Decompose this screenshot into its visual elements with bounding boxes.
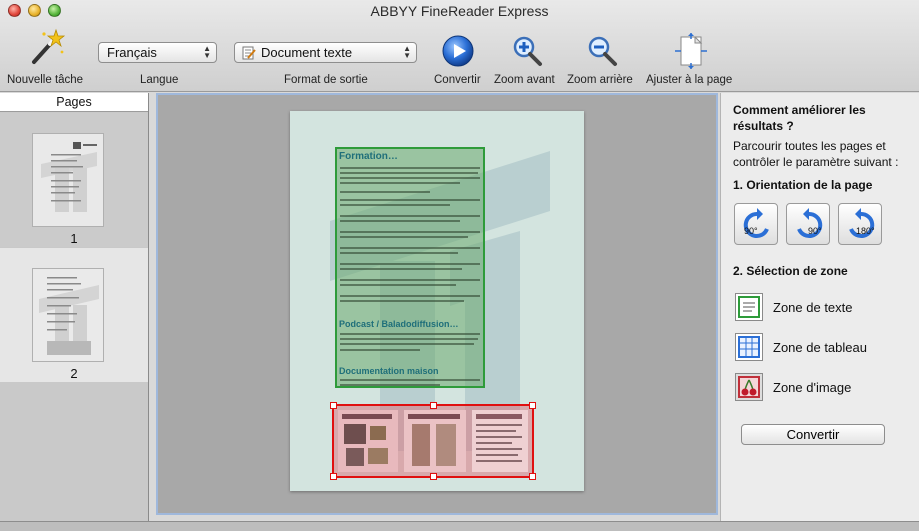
zone-label: Zone de tableau bbox=[773, 340, 867, 355]
zone-heading: 2. Sélection de zone bbox=[733, 264, 848, 278]
rotation-label: 90° bbox=[808, 226, 822, 236]
fit-page-label: Ajuster à la page bbox=[646, 74, 733, 86]
image-zone-content bbox=[338, 410, 528, 472]
select-arrows-icon: ▲ ▼ bbox=[203, 44, 211, 60]
fit-page-button[interactable] bbox=[674, 33, 708, 72]
new-task-label: Nouvelle tâche bbox=[7, 74, 84, 86]
rotate-right-90-button[interactable]: 90° bbox=[786, 203, 830, 245]
rotate-left-icon: 90° bbox=[743, 208, 769, 238]
panel-description: Parcourir toutes les pages et contrôler … bbox=[733, 139, 899, 169]
text-zone[interactable]: Formation… Podcast / Baladodiffusion… Do… bbox=[335, 147, 485, 388]
output-format-value: Document texte bbox=[261, 45, 353, 60]
page-thumbnail-1[interactable]: 1 bbox=[0, 113, 148, 247]
image-zone-tool[interactable]: Zone d'image bbox=[735, 373, 915, 403]
convert-toolbar-button[interactable] bbox=[441, 34, 475, 71]
page-number: 2 bbox=[70, 366, 78, 381]
page-thumbnail-image bbox=[32, 268, 104, 362]
page-thumbnail-image bbox=[32, 133, 104, 227]
zone-heading: Podcast / Baladodiffusion… bbox=[339, 319, 459, 329]
resize-handle[interactable] bbox=[430, 402, 437, 409]
language-select[interactable]: Français ▲ ▼ bbox=[98, 42, 217, 63]
zoom-in-label: Zoom avant bbox=[494, 74, 555, 86]
document-view[interactable]: Formation… Podcast / Baladodiffusion… Do… bbox=[156, 93, 718, 515]
rotate-180-icon: 180° bbox=[849, 208, 875, 238]
table-zone-icon bbox=[735, 333, 763, 361]
orientation-heading: 1. Orientation de la page bbox=[733, 178, 873, 192]
resize-handle[interactable] bbox=[330, 473, 337, 480]
status-strip bbox=[0, 521, 919, 531]
resize-handle[interactable] bbox=[529, 402, 536, 409]
new-task-button[interactable] bbox=[26, 28, 66, 71]
zone-label: Zone de texte bbox=[773, 300, 853, 315]
rotation-label: 180° bbox=[856, 226, 875, 236]
language-label: Langue bbox=[140, 74, 179, 86]
window-toolbar: ABBYY FineReader Express Nouvelle tâche … bbox=[0, 0, 919, 92]
language-value: Français bbox=[107, 45, 157, 60]
zoom-out-icon bbox=[588, 36, 617, 66]
page-thumbnail-2[interactable]: 2 bbox=[0, 248, 148, 382]
tips-panel: Comment améliorer les résultats ? Parcou… bbox=[720, 93, 919, 521]
zone-label: Zone d'image bbox=[773, 380, 852, 395]
pages-sidebar: Pages 1 2 bbox=[0, 93, 149, 521]
select-arrows-icon: ▲ ▼ bbox=[403, 44, 411, 60]
document-edit-icon bbox=[242, 46, 256, 60]
pages-header: Pages bbox=[0, 93, 148, 112]
zoom-in-button[interactable] bbox=[510, 34, 544, 71]
rotate-right-icon: 90° bbox=[797, 208, 823, 238]
zone-heading: Documentation maison bbox=[339, 366, 439, 376]
page-preview: Formation… Podcast / Baladodiffusion… Do… bbox=[290, 111, 584, 491]
image-zone[interactable] bbox=[330, 402, 536, 480]
zone-heading: Formation… bbox=[339, 151, 398, 162]
zoom-out-label: Zoom arrière bbox=[567, 74, 633, 86]
text-zone-icon bbox=[735, 293, 763, 321]
magic-wand-icon bbox=[32, 28, 66, 64]
window-title: ABBYY FineReader Express bbox=[370, 3, 549, 19]
rotation-label: 90° bbox=[744, 226, 758, 236]
resize-handle[interactable] bbox=[430, 473, 437, 480]
resize-handle[interactable] bbox=[529, 473, 536, 480]
table-zone-tool[interactable]: Zone de tableau bbox=[735, 333, 915, 363]
zoom-out-button[interactable] bbox=[585, 34, 619, 71]
zoom-in-icon bbox=[513, 36, 542, 66]
panel-title: Comment améliorer les résultats ? bbox=[733, 103, 866, 133]
output-format-select[interactable]: Document texte ▲ ▼ bbox=[234, 42, 417, 63]
convert-button[interactable]: Convertir bbox=[741, 424, 885, 445]
convert-toolbar-label: Convertir bbox=[434, 74, 481, 86]
cherries-icon bbox=[735, 373, 763, 401]
page-number: 1 bbox=[70, 231, 78, 246]
fit-page-icon bbox=[675, 33, 707, 69]
output-format-label: Format de sortie bbox=[284, 74, 368, 86]
text-zone-tool[interactable]: Zone de texte bbox=[735, 293, 915, 323]
rotate-left-90-button[interactable]: 90° bbox=[734, 203, 778, 245]
resize-handle[interactable] bbox=[330, 402, 337, 409]
rotate-180-button[interactable]: 180° bbox=[838, 203, 882, 245]
play-icon bbox=[442, 35, 474, 67]
